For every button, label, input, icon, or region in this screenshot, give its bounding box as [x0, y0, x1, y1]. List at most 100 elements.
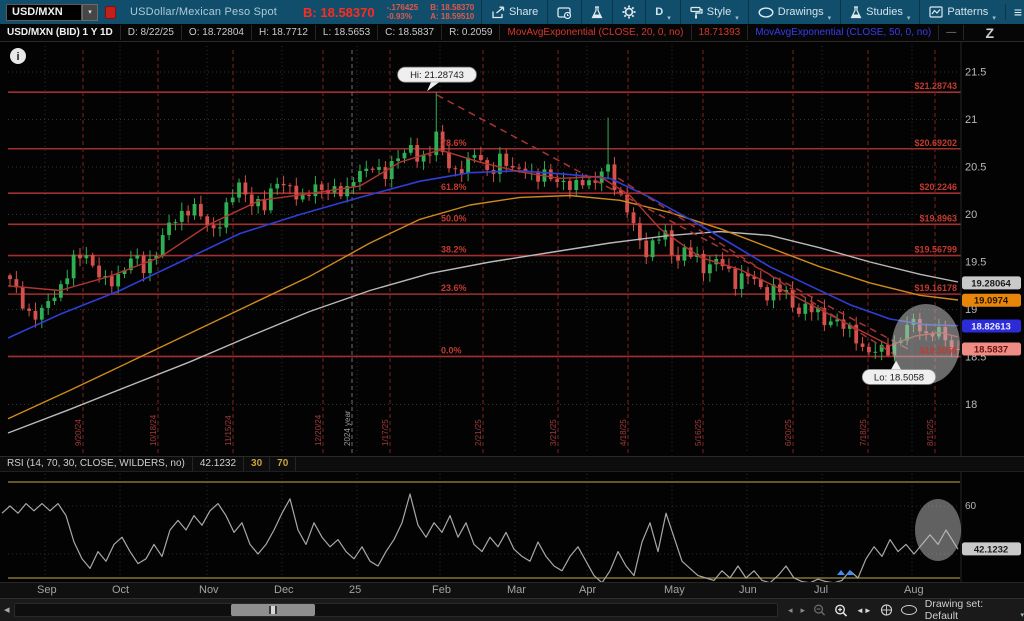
event-line-label: 9/20/24: [74, 419, 83, 446]
timeframe-button[interactable]: D ▾: [645, 0, 679, 24]
studies-button[interactable]: Studies ▾: [840, 0, 919, 24]
candle-body: [829, 321, 833, 325]
share-button[interactable]: Share: [481, 0, 547, 24]
share-label: Share: [509, 6, 538, 18]
fib-price-label: $19.8963: [919, 213, 957, 223]
chart-nav-controls: ◂ ▸ ◄► Drawing set: Default ▾: [788, 599, 1024, 621]
scroll-left-icon[interactable]: ◂: [4, 603, 10, 616]
time-axis-label: Nov: [199, 584, 219, 596]
style-icon: [690, 6, 703, 19]
candle-body: [97, 266, 101, 278]
scrollbar-handle[interactable]: [231, 604, 315, 616]
candle-body: [358, 171, 362, 182]
price-axis-bubble: 42.1232: [962, 542, 1021, 555]
symbol-input[interactable]: USD/MXN: [6, 4, 82, 21]
candle-body: [460, 169, 464, 173]
price-axis-label: 18: [965, 399, 977, 411]
candle-body: [390, 161, 394, 179]
fib-percent-label: 50.0%: [441, 213, 467, 223]
chart-header-row: USD/MXN (BID) 1 Y 1D D: 8/22/25O: 18.728…: [0, 24, 1024, 42]
info-icon[interactable]: i: [10, 48, 26, 64]
price-axis-label: 20: [965, 209, 977, 221]
candle-body: [415, 145, 419, 162]
rsi-ellipse-drawing[interactable]: [915, 499, 961, 561]
hi-callout[interactable]: Hi: 21.28743: [398, 67, 477, 91]
event-line-label: 2/21/25: [474, 419, 483, 446]
candle-body: [339, 186, 343, 196]
time-axis[interactable]: SepOctNovDec25FebMarAprMayJunJulAug: [0, 582, 1024, 598]
rsi-signal-marker: [837, 570, 854, 575]
candle-body: [282, 184, 286, 185]
bid-price: B: 18.58370: [303, 5, 375, 20]
candle-body: [765, 287, 769, 300]
link-color-icon[interactable]: [105, 6, 116, 19]
bid-small: B: 18.58370: [430, 3, 474, 12]
quick-study-button[interactable]: [581, 0, 612, 24]
ohlc-field: O: 18.72804: [182, 25, 252, 40]
candle-body: [670, 230, 674, 255]
ohlc-field: L: 18.5653: [316, 25, 378, 40]
bid-ask-stack: B: 18.58370 A: 18.59510: [430, 3, 474, 21]
chart-scrollbar[interactable]: [14, 603, 778, 617]
candle-body: [174, 222, 178, 223]
ohlc-field: R: 0.2059: [442, 25, 500, 40]
bubble-text: 19.28064: [971, 278, 1011, 289]
candle-body: [288, 185, 292, 186]
candles-layer: [8, 92, 960, 361]
trendline-drawing[interactable]: [437, 95, 910, 350]
style-button[interactable]: Style ▾: [680, 0, 748, 24]
zoom-in-icon[interactable]: [834, 603, 848, 618]
candle-body: [625, 195, 629, 213]
bubble-text: 18.82613: [971, 322, 1011, 333]
candle-body: [574, 180, 578, 190]
symbol-dropdown-button[interactable]: ▾: [82, 4, 98, 21]
settings-button[interactable]: [612, 0, 645, 24]
price-axis-label: 20.5: [965, 162, 986, 174]
oval-tool-icon[interactable]: [901, 605, 917, 615]
menu-icon[interactable]: ≡: [1005, 4, 1024, 20]
study-label-ema20[interactable]: MovAvgExponential (CLOSE, 20, 0, no): [500, 25, 691, 40]
candle-body: [275, 184, 279, 189]
time-axis-label: 25: [349, 584, 361, 596]
hi-callout-tail: [427, 82, 439, 91]
candle-body: [40, 308, 44, 320]
candle-body: [116, 274, 120, 286]
snapshot-button[interactable]: [547, 0, 581, 24]
candle-body: [313, 184, 317, 196]
drawing-set-selector[interactable]: Drawing set: Default: [925, 598, 1013, 621]
candle-body: [320, 184, 324, 190]
globe-icon[interactable]: [880, 603, 893, 617]
chevron-down-icon: ▾: [828, 14, 832, 24]
time-axis-label: Jun: [739, 584, 757, 596]
pan-right-icon[interactable]: ▸: [801, 605, 806, 616]
candle-body: [34, 311, 38, 320]
candle-body: [212, 225, 216, 228]
candle-body: [861, 343, 865, 346]
fit-width-icon[interactable]: ◄►: [856, 606, 872, 615]
candle-body: [873, 352, 877, 353]
rsi-study-label[interactable]: RSI (14, 70, 30, CLOSE, WILDERS, no): [0, 457, 193, 471]
candle-body: [587, 180, 591, 185]
patterns-button[interactable]: Patterns ▾: [919, 0, 1004, 24]
candle-body: [65, 278, 69, 284]
z-order-icon[interactable]: Z: [985, 25, 994, 41]
pan-left-icon[interactable]: ◂: [788, 605, 793, 616]
price-chart[interactable]: 21.52120.52019.51918.5189/20/2410/18/241…: [0, 42, 1024, 582]
zoom-out-icon[interactable]: [813, 603, 826, 617]
candle-body: [791, 290, 795, 308]
price-axis-bubble: 19.28064: [962, 276, 1021, 289]
time-axis-label: Apr: [579, 584, 596, 596]
drawings-button[interactable]: Drawings ▾: [748, 0, 840, 24]
candle-body: [307, 195, 311, 196]
candle-body: [683, 247, 687, 260]
fib-percent-label: 38.2%: [441, 245, 467, 255]
study-label-ema50[interactable]: MovAvgExponential (CLOSE, 50, 0, no): [748, 25, 939, 40]
bubble-text: 18.5837: [974, 345, 1008, 356]
candle-body: [485, 160, 489, 170]
candle-body: [78, 255, 82, 259]
candle-body: [377, 167, 381, 170]
candle-body: [797, 308, 801, 314]
top-toolbar: USD/MXN ▾ USDollar/Mexican Peso Spot B: …: [0, 0, 1024, 24]
candle-body: [161, 235, 165, 256]
candle-body: [84, 255, 88, 258]
